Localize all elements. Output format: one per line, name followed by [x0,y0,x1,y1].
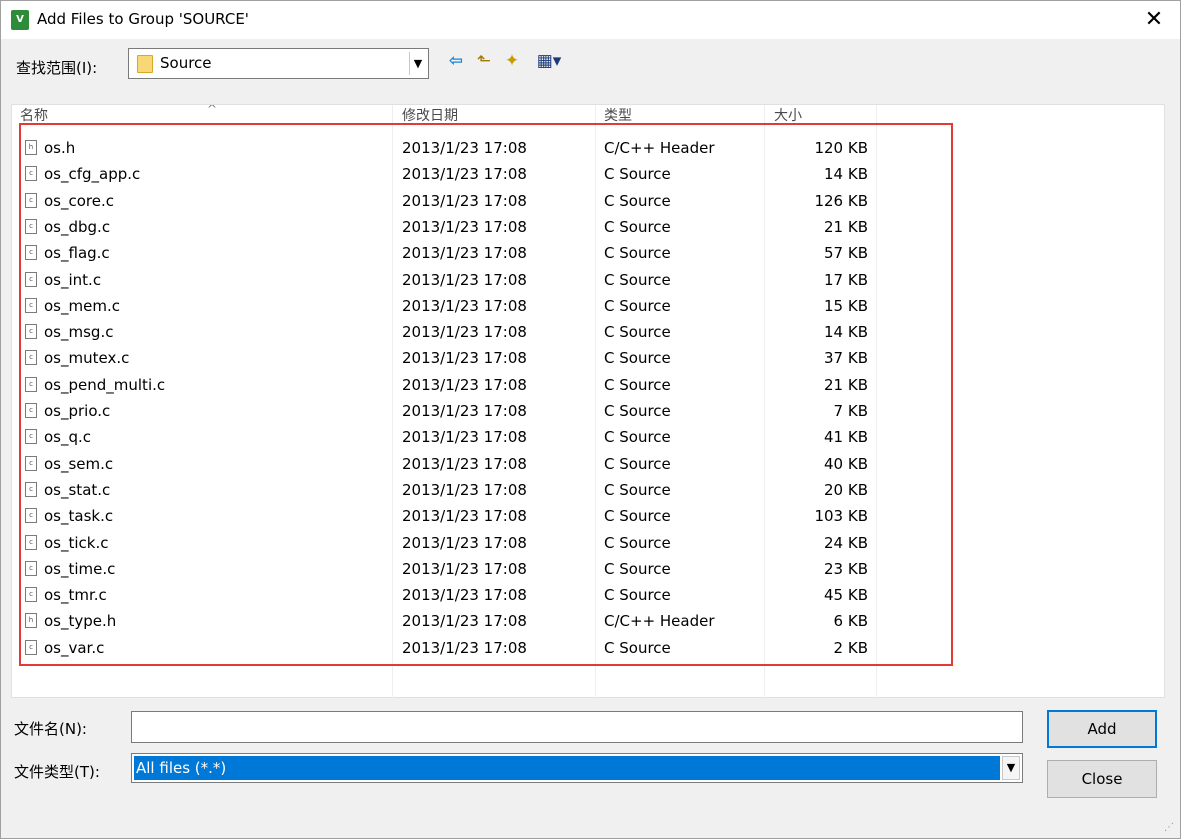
window-title: Add Files to Group 'SOURCE' [37,10,249,28]
look-in-dropdown[interactable]: Source ▼ [128,48,429,79]
look-in-value: Source [160,54,212,72]
title-bar: V Add Files to Group 'SOURCE' ✕ [1,1,1180,39]
new-folder-icon[interactable]: ✦ [501,50,523,72]
filename-input[interactable] [131,711,1023,743]
column-name-label: 名称 [20,108,48,124]
filetype-value: All files (*.*) [134,756,1000,780]
close-button[interactable]: Close [1047,760,1157,798]
column-header-type[interactable]: 类型 [604,105,764,125]
filename-label: 文件名(N): [14,720,87,738]
add-files-dialog: V Add Files to Group 'SOURCE' ✕ 查找范围(I):… [0,0,1181,839]
column-header-name[interactable]: 名称 ^ [20,105,390,125]
column-header-size[interactable]: 大小 [774,105,874,125]
app-icon: V [11,10,29,30]
column-header-date[interactable]: 修改日期 [402,105,592,125]
add-button[interactable]: Add [1047,710,1157,748]
resize-grip-icon[interactable]: ⋰ [1164,822,1176,834]
chevron-down-icon[interactable]: ▼ [1002,756,1020,780]
filetype-dropdown[interactable]: All files (*.*) ▼ [131,753,1023,783]
filetype-label: 文件类型(T): [14,763,100,781]
annotation-highlight-box [19,123,953,666]
sort-up-icon: ^ [207,105,218,116]
folder-icon [137,55,153,73]
close-icon[interactable]: ✕ [1142,8,1166,32]
view-menu-icon[interactable]: ▦▾ [531,50,567,72]
chevron-down-icon[interactable]: ▼ [409,52,426,75]
back-icon[interactable]: ⇦ [445,50,467,72]
up-folder-icon[interactable]: ⬑ [473,50,495,72]
look-in-label: 查找范围(I): [16,59,98,77]
